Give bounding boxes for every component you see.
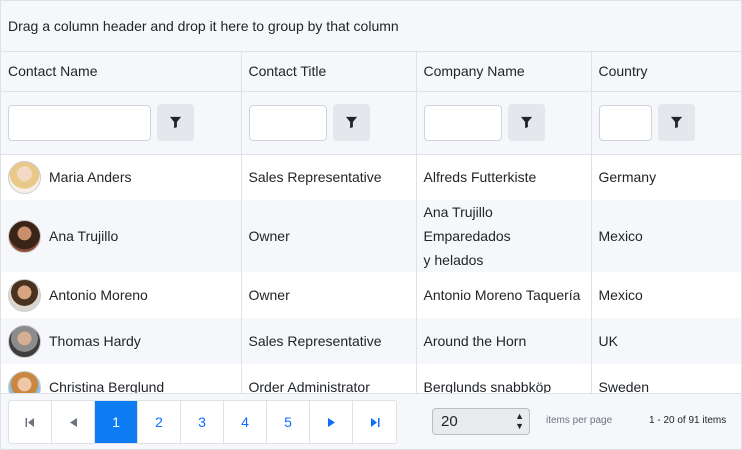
filter-button-country[interactable] [657,104,695,141]
filter-button-company-name[interactable] [507,104,545,141]
pager: 1 2 3 4 5 20 ▲ ▼ items per page 1 - 20 of… [1,393,741,449]
company-name: Alfreds Futterkiste [416,154,592,200]
country: Mexico [598,287,643,303]
page-button-4[interactable]: 4 [224,401,267,443]
page-button-3[interactable]: 3 [181,401,224,443]
filter-button-contact-name[interactable] [157,104,194,141]
contact-title: Sales Representative [241,154,417,200]
filter-input-contact-title[interactable] [248,104,327,141]
table-row[interactable]: Ana Trujillo Owner Ana Trujillo Empareda… [1,200,741,272]
data-grid: Drag a column header and drop it here to… [0,0,742,450]
contact-name: Antonio Moreno [49,287,148,303]
company-name: Ana Trujillo Emparedados y helados [416,200,592,272]
last-page-icon [370,417,379,427]
next-page-button[interactable] [310,401,353,443]
avatar [8,160,41,194]
contact-name: Maria Anders [49,169,132,186]
items-per-page-label: items per page [546,415,613,426]
column-header-country[interactable]: Country [591,52,741,92]
contact-title: Sales Representative [241,318,417,364]
spinner-arrows-icon[interactable]: ▲ ▼ [515,411,524,431]
prev-page-button[interactable] [52,401,95,443]
filter-input-country[interactable] [598,104,652,141]
filter-input-contact-name[interactable] [8,104,151,141]
country: Germany [598,169,657,186]
group-panel-hint: Drag a column header and drop it here to… [8,18,399,34]
column-header-company-name[interactable]: Company Name [416,52,592,92]
page-button-5[interactable]: 5 [267,401,310,443]
page-button-1[interactable]: 1 [95,401,138,443]
country: Mexico [591,200,741,272]
contact-title: Owner [241,272,417,318]
filter-icon [169,116,182,129]
page-button-2[interactable]: 2 [138,401,181,443]
last-page-button[interactable] [353,401,396,443]
contact-name: Ana Trujillo [49,228,119,244]
group-panel[interactable]: Drag a column header and drop it here to… [1,1,741,52]
avatar [8,219,41,253]
avatar [8,324,41,358]
company-name: Antonio Moreno Taquería [416,272,592,318]
first-page-icon [25,417,34,427]
contact-name: Thomas Hardy [49,333,141,349]
page-size-select[interactable]: 20 ▲ ▼ [432,408,530,435]
first-page-button[interactable] [9,401,52,443]
contact-title: Owner [241,200,417,272]
table-row[interactable]: Thomas Hardy Sales Representative Around… [1,318,741,364]
pager-info: 1 - 20 of 91 items [649,415,727,426]
avatar [8,278,41,312]
grid-table: Contact Name Contact Title Company Name … [1,52,741,410]
filter-input-company-name[interactable] [423,104,502,141]
table-row[interactable]: Antonio Moreno Owner Antonio Moreno Taqu… [1,272,741,318]
column-header-contact-name[interactable]: Contact Name [1,52,242,92]
pager-buttons: 1 2 3 4 5 [8,400,397,444]
company-name: Around the Horn [416,318,592,364]
filter-icon [520,116,532,129]
page-size-value: 20 [441,413,458,430]
table-row[interactable]: Maria Anders Sales Representative Alfred… [1,154,741,200]
filter-icon [345,116,357,129]
column-header-contact-title[interactable]: Contact Title [241,52,417,92]
next-page-icon [327,417,335,427]
country: UK [591,318,741,364]
filter-button-contact-title[interactable] [332,104,370,141]
prev-page-icon [69,417,77,427]
filter-icon [670,116,682,129]
